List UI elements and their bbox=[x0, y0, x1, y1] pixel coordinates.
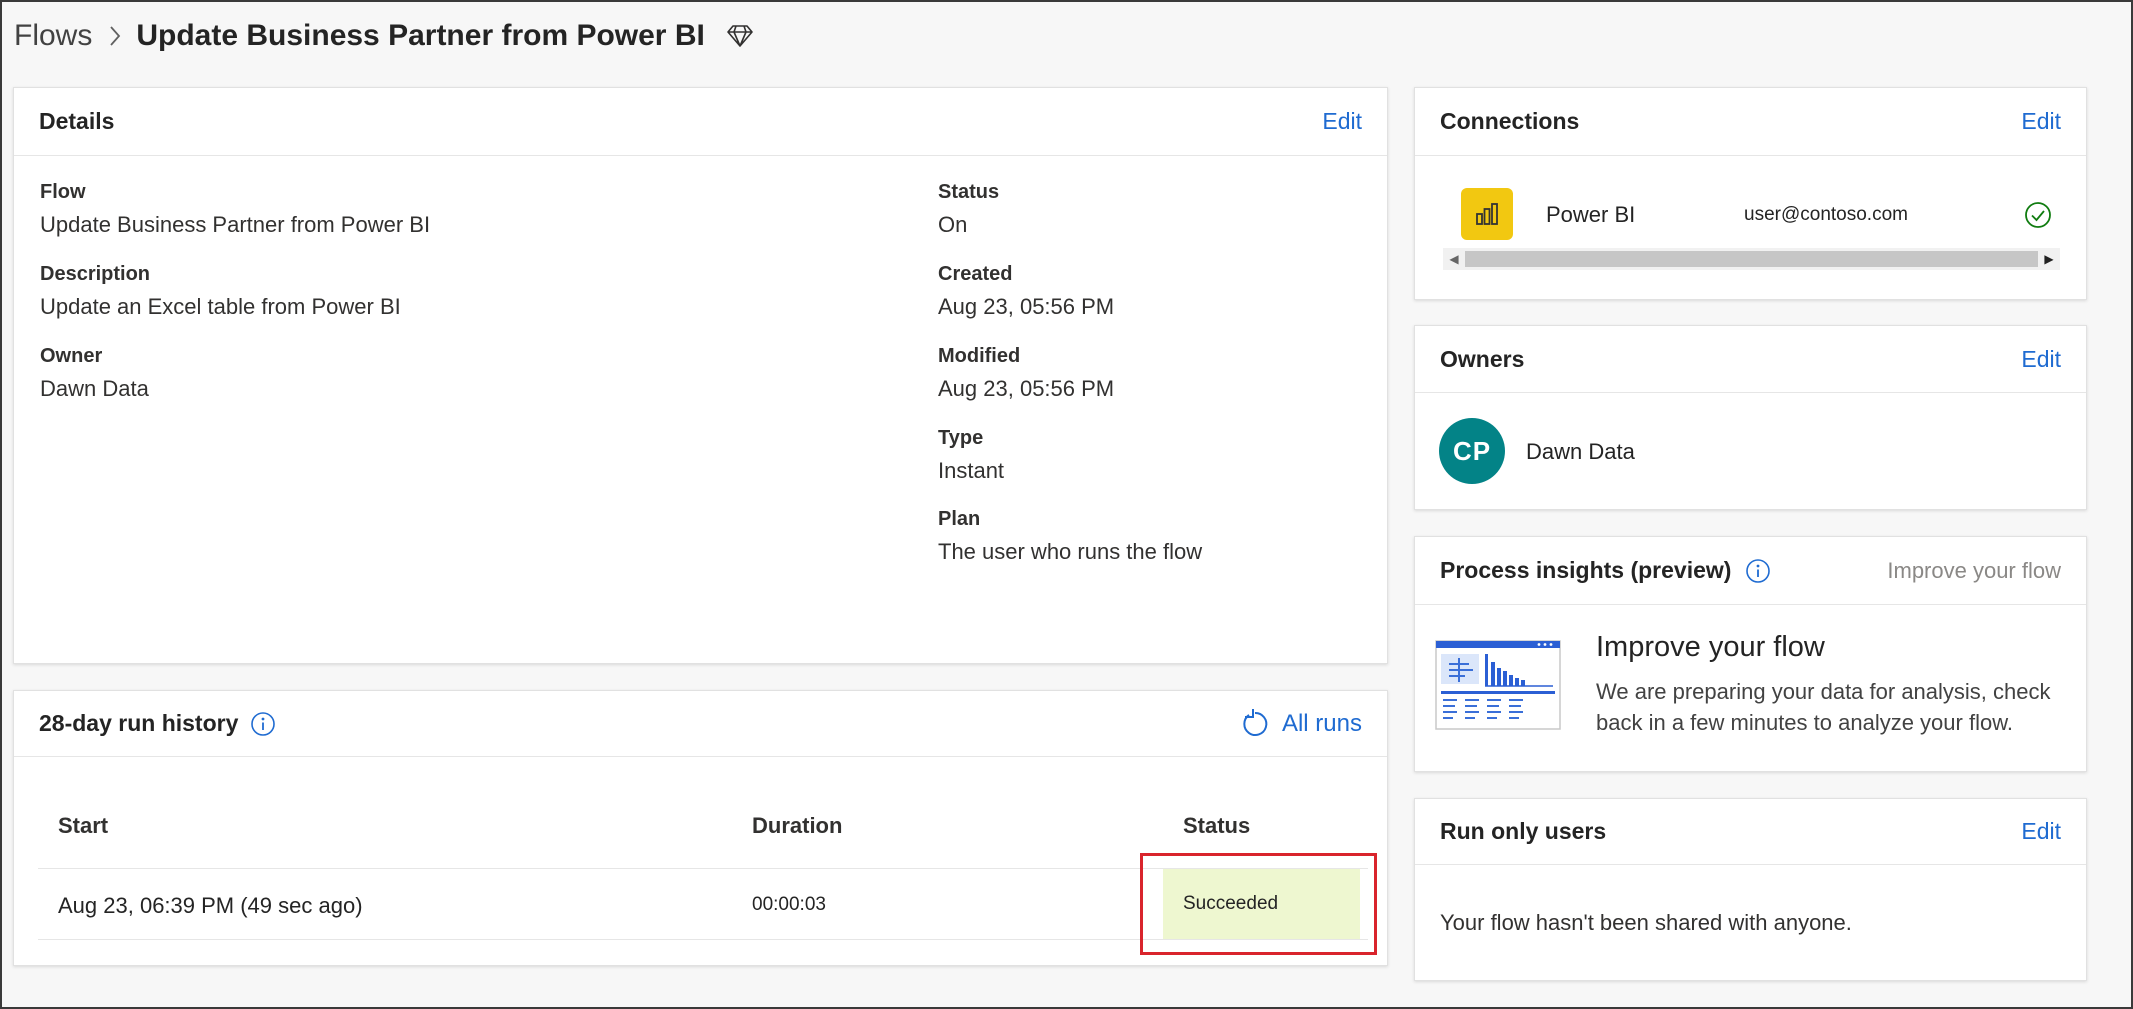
field-modified: Modified Aug 23, 05:56 PM bbox=[938, 345, 1114, 402]
refresh-icon bbox=[1243, 708, 1268, 736]
field-label: Owner bbox=[40, 345, 103, 367]
connection-name: Power BI bbox=[1546, 202, 1636, 227]
field-flow: Flow Update Business Partner from Power … bbox=[40, 181, 430, 238]
run-history-title: 28-day run history bbox=[39, 710, 239, 736]
details-title: Details bbox=[39, 108, 115, 134]
column-header-status[interactable]: Status bbox=[1183, 813, 1250, 839]
scroll-left-icon[interactable]: ◀ bbox=[1443, 248, 1465, 270]
field-label: Created bbox=[938, 263, 1013, 285]
process-insights-header: Process insights (preview) Improve your … bbox=[1415, 537, 2086, 605]
owners-title: Owners bbox=[1440, 345, 1525, 372]
connections-title: Connections bbox=[1440, 108, 1580, 134]
connections-edit-button[interactable]: Edit bbox=[2021, 108, 2061, 135]
field-value: Update an Excel table from Power BI bbox=[40, 294, 401, 319]
details-edit-button[interactable]: Edit bbox=[1322, 108, 1362, 135]
scroll-right-icon[interactable]: ▶ bbox=[2038, 248, 2060, 270]
all-runs-button[interactable]: All runs bbox=[1240, 708, 1362, 739]
chevron-right-icon bbox=[108, 25, 122, 47]
scrollbar-thumb[interactable] bbox=[1465, 251, 2038, 267]
field-created: Created Aug 23, 05:56 PM bbox=[938, 263, 1114, 320]
check-circle-icon bbox=[2024, 201, 2052, 234]
owners-edit-button[interactable]: Edit bbox=[2021, 346, 2061, 373]
field-value: On bbox=[938, 212, 968, 237]
run-only-users-card: Run only users Edit bbox=[1414, 798, 2087, 981]
run-only-users-header: Run only users Edit bbox=[1415, 799, 2086, 865]
column-header-duration[interactable]: Duration bbox=[752, 813, 842, 839]
analytics-illustration bbox=[1435, 640, 1561, 735]
owner-name: Dawn Data bbox=[1526, 439, 1635, 464]
field-value: Update Business Partner from Power BI bbox=[40, 212, 431, 237]
owners-header: Owners Edit bbox=[1415, 326, 2086, 393]
breadcrumb: Flows Update Business Partner from Power… bbox=[14, 14, 753, 58]
avatar: CP bbox=[1439, 418, 1505, 484]
field-value: Aug 23, 05:56 PM bbox=[938, 294, 1115, 319]
run-only-users-message: Your flow hasn't been shared with anyone… bbox=[1440, 910, 1852, 935]
run-only-users-edit-button[interactable]: Edit bbox=[2021, 818, 2061, 845]
field-value: The user who runs the flow bbox=[938, 539, 1203, 564]
field-status: Status On bbox=[938, 181, 999, 238]
field-value: Dawn Data bbox=[40, 376, 149, 401]
run-start-cell[interactable]: Aug 23, 06:39 PM (49 sec ago) bbox=[58, 893, 363, 919]
field-plan: Plan The user who runs the flow bbox=[938, 508, 1202, 565]
field-label: Modified bbox=[938, 345, 1021, 367]
power-bi-icon bbox=[1461, 188, 1513, 240]
field-type: Type Instant bbox=[938, 427, 1004, 484]
run-only-users-title: Run only users bbox=[1440, 818, 1607, 844]
process-insights-title: Process insights (preview) bbox=[1440, 557, 1732, 583]
all-runs-label: All runs bbox=[1281, 709, 1362, 737]
highlight-box bbox=[1140, 853, 1377, 955]
field-value: Instant bbox=[938, 458, 1005, 483]
run-duration-cell: 00:00:03 bbox=[752, 894, 826, 915]
info-icon[interactable] bbox=[250, 711, 276, 737]
field-label: Flow bbox=[40, 181, 86, 203]
connections-header: Connections Edit bbox=[1415, 88, 2086, 156]
diamond-icon bbox=[727, 24, 753, 48]
field-label: Plan bbox=[938, 508, 981, 530]
improve-flow-link[interactable]: Improve your flow bbox=[1887, 558, 2061, 584]
page-title: Update Business Partner from Power BI bbox=[136, 19, 705, 52]
breadcrumb-flows-link[interactable]: Flows bbox=[14, 19, 92, 53]
field-label: Type bbox=[938, 427, 984, 449]
horizontal-scrollbar[interactable]: ◀ ▶ bbox=[1443, 248, 2060, 270]
details-card: Details Edit Flow Update Business Partne… bbox=[13, 87, 1388, 664]
field-label: Description bbox=[40, 263, 151, 285]
insights-body: We are preparing your data for analysis,… bbox=[1596, 679, 2051, 735]
details-header: Details Edit bbox=[14, 88, 1387, 156]
owners-card: Owners Edit bbox=[1414, 325, 2087, 510]
run-history-header: 28-day run history All runs bbox=[14, 691, 1387, 757]
info-icon[interactable] bbox=[1745, 558, 1771, 584]
field-value: Aug 23, 05:56 PM bbox=[938, 376, 1115, 401]
connection-account: user@contoso.com bbox=[1744, 204, 1908, 225]
field-label: Status bbox=[938, 181, 1000, 203]
insights-heading: Improve your flow bbox=[1596, 631, 1825, 663]
field-description: Description Update an Excel table from P… bbox=[40, 263, 401, 320]
field-owner: Owner Dawn Data bbox=[40, 345, 149, 402]
column-header-start[interactable]: Start bbox=[58, 813, 108, 839]
